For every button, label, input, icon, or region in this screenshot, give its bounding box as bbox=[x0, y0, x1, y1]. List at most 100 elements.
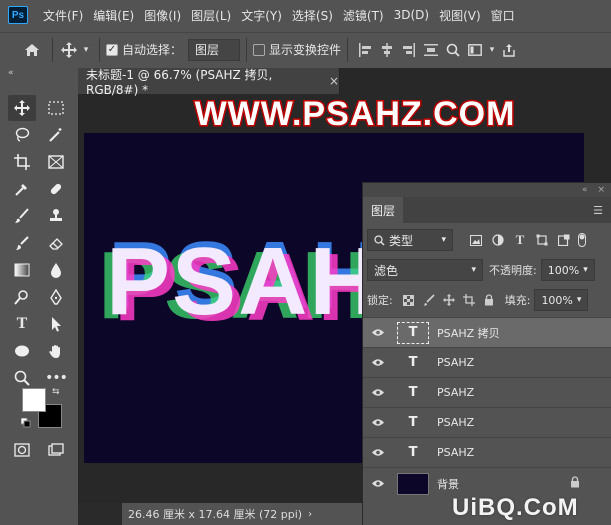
auto-select-dropdown[interactable]: 图层 bbox=[188, 38, 241, 61]
filter-kind-dropdown[interactable]: 类型 ▾ bbox=[367, 229, 453, 251]
filter-adjustment-icon[interactable] bbox=[487, 234, 509, 246]
default-colors-icon[interactable] bbox=[20, 417, 31, 428]
watermark-banner: WWW.PSAHZ.COM bbox=[193, 93, 516, 134]
move-tool-icon[interactable] bbox=[59, 41, 79, 58]
path-selection-icon[interactable] bbox=[42, 311, 70, 337]
ellipse-tool-icon[interactable] bbox=[8, 338, 36, 364]
home-icon[interactable] bbox=[18, 43, 46, 57]
history-brush-icon[interactable] bbox=[8, 230, 36, 256]
lock-label: 锁定: bbox=[367, 294, 393, 307]
menu-view[interactable]: 视图(V) bbox=[434, 7, 486, 24]
menu-image[interactable]: 图像(I) bbox=[139, 7, 186, 24]
eye-icon[interactable] bbox=[363, 418, 393, 427]
hand-tool-icon[interactable] bbox=[42, 338, 70, 364]
collapse-toolbar-icon[interactable]: « bbox=[8, 68, 14, 78]
zoom-readout[interactable] bbox=[78, 503, 122, 525]
menu-window[interactable]: 窗口 bbox=[486, 7, 520, 24]
layer-row[interactable]: T PSAHZ bbox=[363, 437, 611, 467]
lock-transparent-icon[interactable] bbox=[399, 294, 419, 306]
menu-bar: Ps 文件(F) 编辑(E) 图像(I) 图层(L) 文字(Y) 选择(S) 滤… bbox=[0, 0, 611, 30]
eye-icon[interactable] bbox=[363, 479, 393, 488]
search-icon[interactable] bbox=[442, 43, 464, 57]
document-tab[interactable]: 未标题-1 @ 66.7% (PSAHZ 拷贝, RGB/8#) * × bbox=[78, 68, 340, 97]
quick-mask-icon[interactable] bbox=[8, 437, 36, 463]
filter-pixel-icon[interactable] bbox=[465, 234, 487, 246]
layer-row[interactable]: T PSAHZ bbox=[363, 377, 611, 407]
eye-icon[interactable] bbox=[363, 358, 393, 367]
close-icon[interactable]: × bbox=[329, 74, 339, 88]
chevron-right-icon[interactable]: › bbox=[308, 509, 312, 520]
chevron-down-icon: ▾ bbox=[583, 265, 588, 275]
menu-file[interactable]: 文件(F) bbox=[38, 7, 88, 24]
align-right-icon[interactable] bbox=[398, 42, 420, 57]
screen-mode-icon[interactable] bbox=[42, 437, 70, 463]
eye-icon[interactable] bbox=[363, 388, 393, 397]
marquee-tool-icon[interactable] bbox=[42, 95, 70, 121]
tab-layers[interactable]: 图层 bbox=[363, 197, 404, 223]
eye-icon[interactable] bbox=[363, 448, 393, 457]
chevron-down-icon[interactable]: ▾ bbox=[79, 45, 93, 55]
type-tool-icon[interactable]: T bbox=[8, 311, 36, 337]
menu-select[interactable]: 选择(S) bbox=[287, 7, 338, 24]
gradient-tool-icon[interactable] bbox=[8, 257, 36, 283]
lock-position-icon[interactable] bbox=[439, 294, 459, 306]
menu-type[interactable]: 文字(Y) bbox=[236, 7, 287, 24]
filter-shape-icon[interactable] bbox=[531, 234, 553, 246]
menu-edit[interactable]: 编辑(E) bbox=[88, 7, 139, 24]
opacity-value: 100% bbox=[547, 263, 580, 277]
crop-tool-icon[interactable] bbox=[8, 149, 36, 175]
frame-tool-icon[interactable] bbox=[42, 149, 70, 175]
layer-row[interactable]: T PSAHZ bbox=[363, 347, 611, 377]
watermark-text: UiBQ.CoM bbox=[452, 494, 579, 521]
auto-select-checkbox[interactable]: ✓ bbox=[106, 43, 118, 56]
eyedropper-icon[interactable] bbox=[8, 176, 36, 202]
search-icon bbox=[374, 234, 385, 246]
blend-mode-dropdown[interactable]: 滤色 ▾ bbox=[367, 259, 483, 281]
align-left-icon[interactable] bbox=[354, 42, 376, 57]
swap-colors-icon[interactable]: ⇆ bbox=[52, 387, 60, 397]
divider bbox=[246, 37, 248, 62]
auto-select-label: 自动选择： bbox=[122, 43, 183, 57]
menu-3d[interactable]: 3D(D) bbox=[389, 8, 434, 22]
lock-all-icon[interactable] bbox=[479, 294, 499, 306]
fill-value: 100% bbox=[541, 293, 573, 307]
chevron-down-icon[interactable]: ▾ bbox=[486, 45, 498, 55]
pen-tool-icon[interactable] bbox=[42, 284, 70, 310]
blur-tool-icon[interactable] bbox=[42, 257, 70, 283]
lock-artboard-icon[interactable] bbox=[459, 294, 479, 306]
panel-menu-icon[interactable]: ☰ bbox=[593, 204, 603, 217]
filter-smart-object-icon[interactable] bbox=[553, 234, 575, 246]
filter-toggle-icon[interactable] bbox=[575, 233, 589, 247]
eraser-tool-icon[interactable] bbox=[42, 230, 70, 256]
show-transform-checkbox[interactable] bbox=[253, 43, 266, 56]
fill-input[interactable]: 100% ▾ bbox=[534, 289, 589, 311]
healing-brush-icon[interactable] bbox=[42, 176, 70, 202]
menu-filter[interactable]: 滤镜(T) bbox=[338, 7, 389, 24]
magic-wand-icon[interactable] bbox=[42, 122, 70, 148]
distribute-icon[interactable] bbox=[420, 43, 442, 57]
layer-row[interactable]: T PSAHZ 拷贝 bbox=[363, 317, 611, 347]
lock-icon bbox=[570, 476, 580, 491]
eye-icon[interactable] bbox=[363, 328, 393, 337]
close-panel-icon[interactable]: × bbox=[597, 185, 605, 195]
workspace-icon[interactable] bbox=[464, 43, 486, 56]
layer-row[interactable]: T PSAHZ bbox=[363, 407, 611, 437]
clone-stamp-icon[interactable] bbox=[42, 203, 70, 229]
foreground-color-swatch[interactable] bbox=[22, 388, 46, 412]
filter-type-icon[interactable]: T bbox=[509, 232, 531, 248]
dodge-tool-icon[interactable] bbox=[8, 284, 36, 310]
lasso-tool-icon[interactable] bbox=[8, 122, 36, 148]
fill-label: 填充: bbox=[504, 294, 531, 307]
layer-name: PSAHZ bbox=[437, 356, 475, 369]
text-layer-thumbnail: T bbox=[408, 385, 418, 400]
filter-row: 类型 ▾ T bbox=[363, 225, 611, 255]
opacity-input[interactable]: 100% ▾ bbox=[540, 259, 595, 281]
photoshop-logo[interactable]: Ps bbox=[8, 6, 28, 24]
collapse-panel-icon[interactable]: « bbox=[582, 185, 588, 195]
menu-layer[interactable]: 图层(L) bbox=[186, 7, 236, 24]
brush-tool-icon[interactable] bbox=[8, 203, 36, 229]
share-icon[interactable] bbox=[498, 43, 520, 57]
lock-pixels-icon[interactable] bbox=[419, 294, 439, 306]
align-center-icon[interactable] bbox=[376, 42, 398, 57]
move-tool-icon[interactable] bbox=[8, 95, 36, 121]
